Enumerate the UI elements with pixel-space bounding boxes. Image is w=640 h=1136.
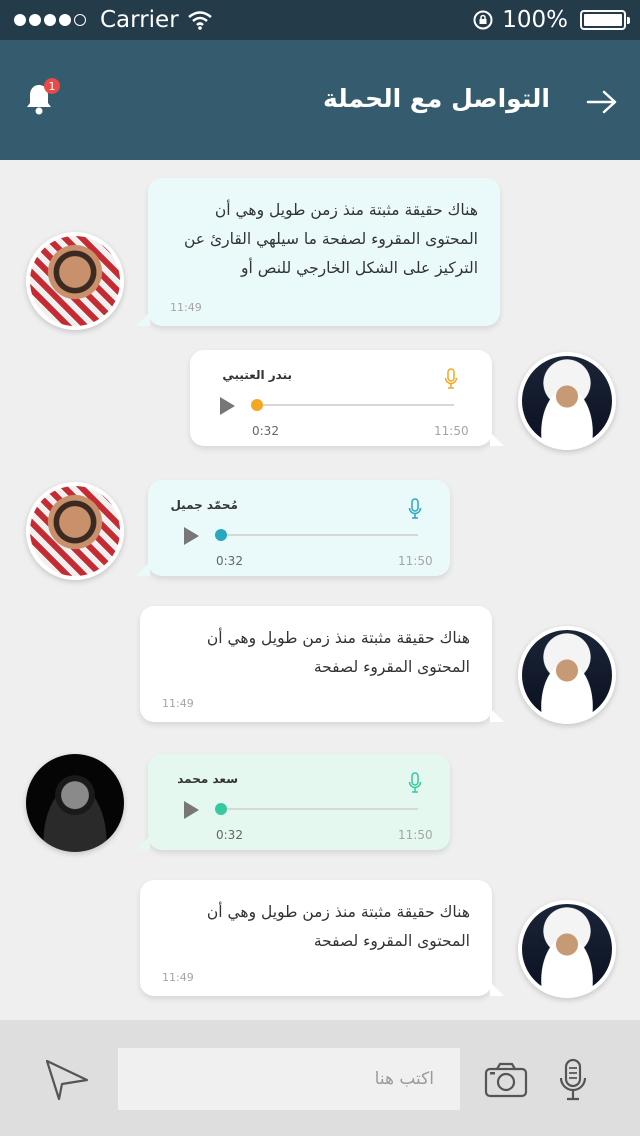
play-button[interactable] [218, 396, 236, 416]
message-bubble: هناك حقيقة مثبتة منذ زمن طويل وهي أن الم… [140, 606, 504, 722]
page-title: التواصل مع الحملة [323, 84, 550, 113]
message-text: هناك حقيقة مثبتة منذ زمن طويل وهي أن الم… [184, 201, 478, 277]
message-input[interactable] [118, 1048, 460, 1110]
avatar[interactable] [26, 754, 124, 852]
microphone-icon[interactable] [558, 1058, 588, 1102]
avatar[interactable] [26, 232, 124, 330]
sender-name: بندر العتيبي [222, 368, 292, 382]
message-time: 11:49 [170, 301, 202, 314]
voice-message: مُحمّد جميل 0:32 11:50 [136, 480, 450, 576]
message-bubble: هناك حقيقة مثبتة منذ زمن طويل وهي أن الم… [140, 880, 504, 996]
notifications-button[interactable]: 1 [24, 78, 60, 120]
send-icon[interactable] [44, 1058, 90, 1102]
message-bubble: هناك حقيقة مثبتة منذ زمن طويل وهي أن الم… [136, 178, 500, 326]
voice-message: سعد محمد 0:32 11:50 [136, 754, 450, 850]
notification-badge: 1 [44, 78, 60, 94]
sender-name: مُحمّد جميل [170, 498, 238, 512]
back-arrow-icon[interactable] [586, 90, 618, 114]
sender-name: سعد محمد [177, 772, 238, 786]
microphone-icon [444, 368, 458, 389]
camera-icon[interactable] [484, 1062, 528, 1098]
signal-strength-icon [14, 14, 86, 26]
message-time: 11:50 [398, 554, 433, 568]
message-time: 11:50 [434, 424, 469, 438]
status-left: Carrier [14, 7, 213, 33]
play-button[interactable] [182, 800, 200, 820]
battery-percent: 100% [502, 7, 568, 33]
message-text: هناك حقيقة مثبتة منذ زمن طويل وهي أن الم… [206, 629, 470, 676]
chat-thread: هناك حقيقة مثبتة منذ زمن طويل وهي أن الم… [0, 160, 640, 1020]
message-time: 11:50 [398, 828, 433, 842]
rotation-lock-icon [473, 10, 493, 30]
battery-icon [580, 10, 630, 30]
avatar[interactable] [518, 626, 616, 724]
voice-progress-knob[interactable] [215, 803, 227, 815]
microphone-icon [408, 772, 422, 793]
message-time: 11:49 [162, 697, 194, 710]
composer-bar [0, 1020, 640, 1136]
avatar[interactable] [26, 482, 124, 580]
voice-progress-track[interactable] [220, 808, 418, 810]
voice-progress-track[interactable] [256, 404, 454, 406]
wifi-icon [187, 11, 212, 30]
avatar[interactable] [518, 352, 616, 450]
voice-duration: 0:32 [216, 554, 243, 568]
voice-progress-track[interactable] [220, 534, 418, 536]
play-button[interactable] [182, 526, 200, 546]
message-time: 11:49 [162, 971, 194, 984]
status-bar: Carrier 100% [0, 0, 640, 40]
voice-progress-knob[interactable] [251, 399, 263, 411]
app-header: 1 التواصل مع الحملة [0, 40, 640, 160]
microphone-icon [408, 498, 422, 519]
avatar[interactable] [518, 900, 616, 998]
voice-message: بندر العتيبي 0:32 11:50 [190, 350, 504, 446]
voice-duration: 0:32 [252, 424, 279, 438]
carrier-label: Carrier [100, 7, 179, 33]
message-text: هناك حقيقة مثبتة منذ زمن طويل وهي أن الم… [206, 903, 470, 950]
voice-progress-knob[interactable] [215, 529, 227, 541]
status-right: 100% [472, 7, 630, 33]
voice-duration: 0:32 [216, 828, 243, 842]
